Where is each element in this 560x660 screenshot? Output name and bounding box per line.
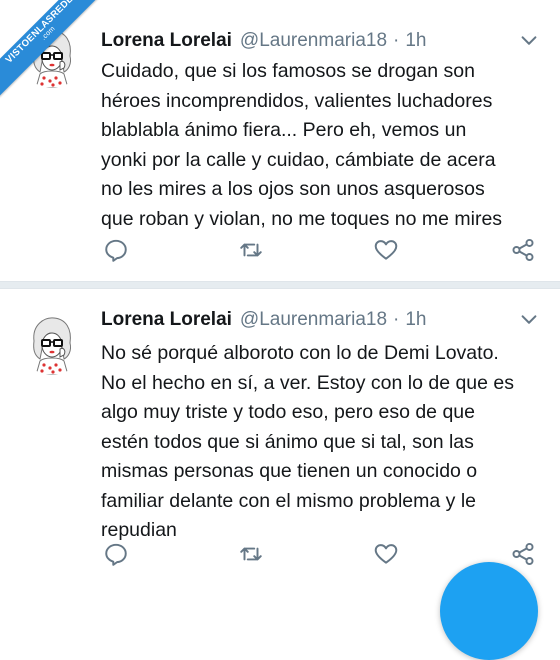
tweet-text-line: No sé porqué alboroto con lo de Demi Lov… xyxy=(101,342,499,364)
author-name[interactable]: Lorena Lorelai xyxy=(101,30,232,52)
retweet-icon[interactable] xyxy=(236,235,266,265)
chevron-down-icon[interactable] xyxy=(518,309,540,331)
tweet-header: Lorena Lorelai @Laurenmaria18 · 1h xyxy=(101,28,540,54)
tweet-text-line: familiar delante con el mismo problema y… xyxy=(101,489,476,512)
reply-icon[interactable] xyxy=(101,235,131,265)
timestamp[interactable]: 1h xyxy=(405,309,426,331)
timestamp[interactable]: 1h xyxy=(405,30,426,52)
author-handle[interactable]: @Laurenmaria18 xyxy=(240,309,387,331)
tweet-text-line: Cuidado, que si los famosos se drogan so… xyxy=(101,60,475,82)
tweet[interactable]: Lorena Lorelai @Laurenmaria18 · 1h No sé… xyxy=(0,289,560,607)
tweet-text: No sé porqué alboroto con lo de Demi Lov… xyxy=(101,339,541,546)
tweet-header: Lorena Lorelai @Laurenmaria18 · 1h xyxy=(101,307,540,333)
tweet[interactable]: Lorena Lorelai @Laurenmaria18 · 1h Cuida… xyxy=(0,0,560,281)
author-handle[interactable]: @Laurenmaria18 xyxy=(240,30,387,52)
tweet-text-line: que roban y violan, no me toques no me m… xyxy=(101,207,503,230)
chevron-down-icon[interactable] xyxy=(518,30,540,52)
share-icon[interactable] xyxy=(508,539,538,569)
separator-dot: · xyxy=(393,309,400,330)
tweet-text-line: blablabla ánimo fiera... Pero eh, vemos … xyxy=(101,119,467,141)
reply-icon[interactable] xyxy=(101,539,131,569)
like-icon[interactable] xyxy=(371,539,401,569)
separator-dot: · xyxy=(393,30,400,51)
tweet-actions xyxy=(101,235,541,265)
compose-button[interactable] xyxy=(440,562,538,660)
tweet-text: Cuidado, que si los famosos se drogan so… xyxy=(101,57,541,234)
tweet-text-line: algo muy triste y todo eso, pero eso de … xyxy=(101,401,475,423)
tweet-text-line: héroes incomprendidos, valientes luchado… xyxy=(101,89,493,112)
avatar[interactable] xyxy=(20,311,84,375)
tweet-text-line: No el hecho en sí, a ver. Estoy con lo d… xyxy=(101,371,515,394)
retweet-icon[interactable] xyxy=(236,539,266,569)
author-name[interactable]: Lorena Lorelai xyxy=(101,309,232,331)
tweet-text-line: yonki por la calle y cuidao, cámbiate de… xyxy=(101,148,496,171)
tweet-divider xyxy=(0,281,560,289)
tweet-text-line: estén todos que si ánimo que si tal, son… xyxy=(101,430,474,453)
share-icon[interactable] xyxy=(508,235,538,265)
tweet-text-line: mismas personas que tienen un conocido o xyxy=(101,460,478,482)
like-icon[interactable] xyxy=(371,235,401,265)
tweet-text-line: no les mires a los ojos son unos asquero… xyxy=(101,178,485,200)
